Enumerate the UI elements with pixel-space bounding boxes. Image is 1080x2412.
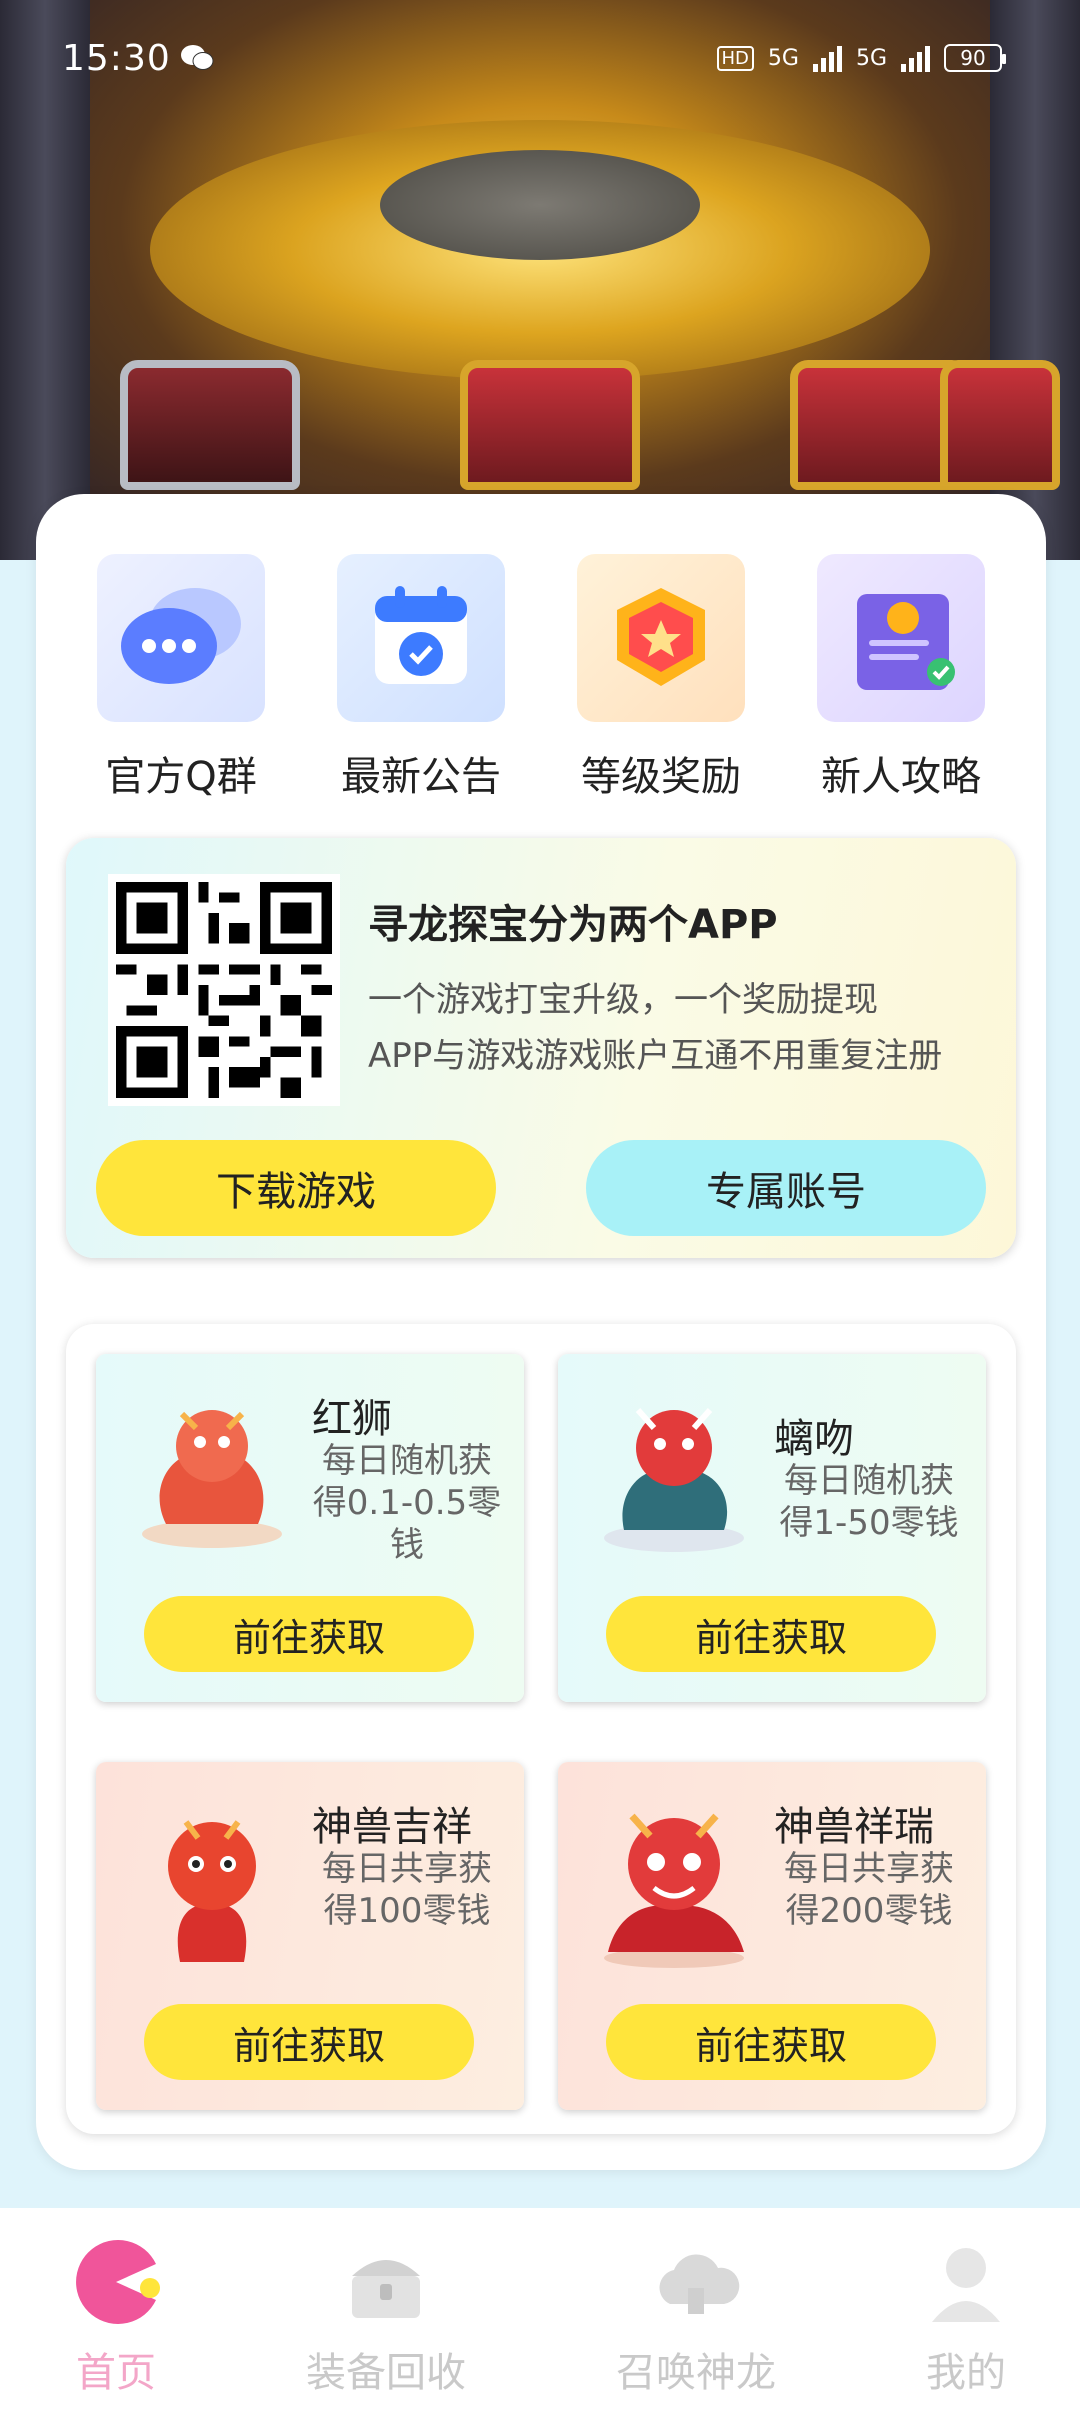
download-game-button[interactable]: 下载游戏	[96, 1140, 496, 1236]
network-5g-label-2: 5G	[855, 45, 887, 71]
reward-name: 神兽祥瑞	[774, 1804, 934, 1850]
reward-card-red-lion: 红狮 每日随机获得0.1-0.5零钱 前往获取	[96, 1354, 524, 1702]
reward-name: 神兽吉祥	[312, 1804, 472, 1850]
nav-label: 首页	[76, 2350, 156, 2396]
cloud-dragon-icon	[659, 2254, 740, 2314]
wechat-icon	[181, 45, 214, 70]
claim-button[interactable]: 前往获取	[606, 1596, 936, 1672]
quick-action-level-reward[interactable]: 等级奖励	[576, 554, 746, 802]
reward-card-jixiang: 神兽吉祥 每日共享获得100零钱 前往获取	[96, 1762, 524, 2110]
nav-summon-dragon[interactable]: 召唤神龙	[596, 2234, 796, 2398]
quick-action-announcement[interactable]: 最新公告	[336, 554, 506, 802]
bottom-nav: 首页 装备回收 召唤神龙 我的	[0, 2208, 1080, 2412]
main-card: 官方Q群 最新公告 等级奖励 新人攻略 寻龙探宝分为两个APP 一个游戏打宝升级…	[36, 494, 1046, 2170]
quick-action-label: 等级奖励	[581, 754, 741, 800]
reward-name: 红狮	[312, 1396, 392, 1442]
info-line-2: APP与游戏游戏账户互通不用重复注册	[368, 1036, 943, 1076]
nav-label: 我的	[926, 2350, 1006, 2396]
nav-label: 装备回收	[306, 2350, 466, 2396]
chiwen-dragon-icon	[604, 1408, 744, 1552]
nav-home[interactable]: 首页	[16, 2234, 216, 2398]
quick-action-label: 官方Q群	[105, 754, 257, 800]
battery-level: 90	[960, 46, 986, 70]
reward-desc: 每日随机获得0.1-0.5零钱	[312, 1441, 502, 1565]
signal-icon-2	[901, 44, 930, 72]
network-5g-label: 5G	[767, 45, 799, 71]
claim-button[interactable]: 前往获取	[606, 2004, 936, 2080]
nav-equipment-recycle[interactable]: 装备回收	[286, 2234, 486, 2398]
hd-icon: HD	[716, 45, 754, 71]
info-title: 寻龙探宝分为两个APP	[368, 902, 778, 948]
xiangrui-dragon-icon	[604, 1813, 744, 1968]
reward-desc: 每日共享获得100零钱	[322, 1849, 492, 1931]
rewards-panel: 红狮 每日随机获得0.1-0.5零钱 前往获取 螭吻 每日随机获得1-50零钱 …	[66, 1324, 1016, 2134]
claim-button[interactable]: 前往获取	[144, 2004, 474, 2080]
status-bar: 15:30 HD 5G 5G 90	[0, 0, 1080, 120]
status-time: 15:30	[62, 38, 171, 79]
chest-recycle-icon	[352, 2260, 420, 2318]
signal-icon	[812, 44, 842, 72]
quick-action-qq-group[interactable]: 官方Q群	[96, 554, 266, 802]
nav-profile[interactable]: 我的	[866, 2234, 1066, 2398]
chat-bubbles-icon	[97, 554, 265, 722]
scroll-certificate-icon	[817, 554, 985, 722]
reward-desc: 每日随机获得1-50零钱	[779, 1461, 959, 1543]
nav-label: 召唤神龙	[616, 2350, 776, 2396]
calendar-badge-icon	[337, 554, 505, 722]
reward-card-xiangrui: 神兽祥瑞 每日共享获得200零钱 前往获取	[558, 1762, 986, 2110]
exclusive-account-button[interactable]: 专属账号	[586, 1140, 986, 1236]
claim-button[interactable]: 前往获取	[144, 1596, 474, 1672]
battery-icon: 90	[944, 44, 1006, 72]
reward-name: 螭吻	[774, 1416, 854, 1462]
pacman-home-icon	[76, 2240, 160, 2324]
reward-card-chiwen: 螭吻 每日随机获得1-50零钱 前往获取	[558, 1354, 986, 1702]
quick-action-label: 新人攻略	[821, 754, 981, 800]
shield-badge-icon	[577, 554, 745, 722]
quick-action-label: 最新公告	[341, 754, 501, 800]
download-info-card: 寻龙探宝分为两个APP 一个游戏打宝升级，一个奖励提现 APP与游戏游戏账户互通…	[66, 838, 1016, 1258]
quick-action-newbie-guide[interactable]: 新人攻略	[816, 554, 986, 802]
qr-code	[108, 874, 340, 1106]
reward-desc: 每日共享获得200零钱	[784, 1849, 954, 1931]
info-line-1: 一个游戏打宝升级，一个奖励提现	[368, 980, 878, 1020]
red-lion-dragon-icon	[142, 1410, 282, 1548]
user-icon	[932, 2248, 1000, 2322]
jixiang-beast-icon	[168, 1820, 256, 1962]
